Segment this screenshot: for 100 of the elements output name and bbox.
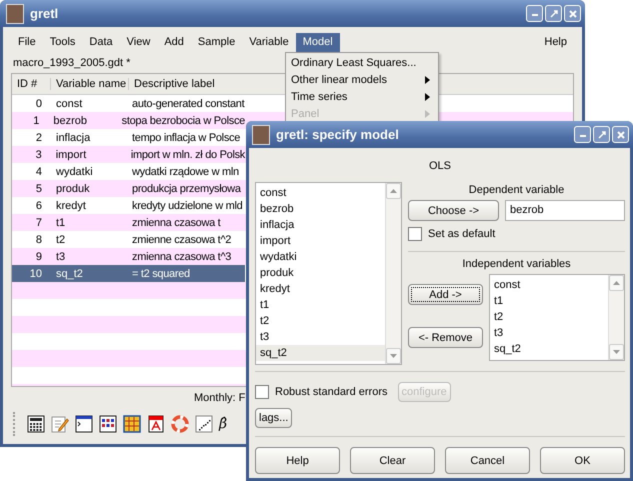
menu-item[interactable]: Help	[537, 33, 574, 53]
column-header[interactable]: Variable name	[51, 78, 129, 90]
maximize-button[interactable]	[545, 5, 562, 22]
menu-item[interactable]: Sample	[190, 33, 242, 53]
table-row[interactable]: 0 const auto-generated constant	[12, 95, 245, 112]
minimize-button[interactable]	[574, 126, 591, 143]
status-text: Monthly: F	[194, 392, 246, 404]
close-button[interactable]	[564, 5, 581, 22]
table-cell-text: kredyt	[55, 200, 87, 212]
menu-item[interactable]: File	[11, 33, 43, 53]
section-label: Dependent variable	[468, 183, 566, 198]
maximize-icon	[596, 130, 606, 140]
table-cell-text: produk	[55, 182, 91, 194]
list-item[interactable]: bezrob	[256, 201, 385, 217]
maximize-icon	[548, 8, 558, 18]
table-row[interactable]: 10 sq_t2 = t2 squared	[12, 265, 245, 282]
list-item[interactable]: t1	[256, 297, 385, 313]
checkbox-label: Robust standard errors	[275, 386, 388, 398]
beta-hat-button[interactable]: β̂	[219, 416, 228, 432]
table-row[interactable]: 6 kredyt kredyty udzielone w mld	[12, 197, 245, 214]
menu-item[interactable]: Ordinary Least Squares...	[286, 54, 438, 71]
table-cell-text: 7	[34, 216, 43, 228]
close-icon	[616, 130, 626, 140]
lags-button[interactable]: lags...	[255, 408, 292, 428]
section-label: Independent variables	[461, 257, 572, 272]
lifebuoy-icon[interactable]	[171, 415, 189, 433]
table-row[interactable]: 4 wydatki wydatki rządowe w mln	[12, 163, 245, 180]
table-cell-text: zmienna czasowa t^3	[131, 250, 232, 262]
table-cell-text: sq_t2	[55, 268, 84, 280]
dialog-button[interactable]: OK	[540, 447, 625, 474]
list-item[interactable]: inflacja	[256, 217, 385, 233]
menu-item[interactable]: Data	[82, 33, 120, 53]
table-cell-text: 0	[34, 98, 43, 110]
dialog-button[interactable]: Clear	[350, 447, 435, 474]
table-row[interactable]: 3 import import w mln. zł do Polsk	[12, 146, 245, 163]
pdf-document-icon[interactable]	[147, 415, 165, 433]
scroll-down-arrow-icon[interactable]	[613, 350, 620, 354]
grid-icon[interactable]	[99, 415, 117, 433]
app-photo-icon	[6, 4, 24, 24]
list-item[interactable]: sq_t2	[490, 341, 608, 357]
add-button[interactable]: Add ->	[408, 284, 483, 305]
menu-item[interactable]: Add	[157, 33, 191, 53]
list-item[interactable]: t2	[256, 313, 385, 329]
list-item[interactable]: kredyt	[256, 281, 385, 297]
close-button[interactable]	[612, 126, 629, 143]
table-cell-text: 3	[34, 148, 43, 160]
table-cell-text: zmienne czasowa t^2	[131, 234, 232, 246]
table-row[interactable]: 2 inflacja tempo inflacja w Polsce	[12, 129, 245, 146]
maximize-button[interactable]	[593, 126, 610, 143]
table-cell-text: bezrob	[52, 114, 88, 126]
menu-item[interactable]: Other linear models	[286, 71, 438, 88]
checkbox-label: Set as default	[428, 228, 496, 240]
scroll-up-arrow-icon[interactable]	[613, 281, 620, 285]
list-item[interactable]: t3	[490, 325, 608, 341]
list-item[interactable]: sq_t2	[256, 345, 385, 361]
table-cell-text: 1	[32, 114, 40, 126]
scroll-down-arrow-icon[interactable]	[390, 354, 397, 358]
checkbox[interactable]	[255, 385, 269, 399]
dependent-field[interactable]: bezrob	[505, 200, 625, 221]
list-item[interactable]: t2	[490, 309, 608, 325]
table-cell-text: t3	[55, 250, 66, 262]
list-item[interactable]: t3	[256, 329, 385, 345]
table-row[interactable]: 8 t2 zmienne czasowa t^2	[12, 231, 245, 248]
table-cell-text: const	[55, 98, 84, 110]
table-row[interactable]: 7 t1 zmienna czasowa t	[12, 214, 245, 231]
dialog-button[interactable]: Help	[255, 447, 340, 474]
remove-button[interactable]: <- Remove	[408, 327, 483, 348]
notepad-pencil-icon[interactable]	[51, 415, 69, 433]
scroll-up-arrow-icon[interactable]	[390, 189, 397, 193]
table-cell-text: zmienna czasowa t	[131, 216, 220, 228]
spreadsheet-icon[interactable]	[123, 415, 141, 433]
list-item[interactable]: produk	[256, 265, 385, 281]
table-row[interactable]: 1 bezrob stopa bezrobocia w Polsce	[12, 112, 245, 129]
list-item[interactable]: const	[256, 185, 385, 201]
column-header[interactable]: ID #	[12, 78, 51, 90]
table-cell-text: t1	[55, 216, 66, 228]
list-item[interactable]: import	[256, 233, 385, 249]
scrollbar[interactable]	[385, 183, 401, 364]
file-name: macro_1993_2005.gdt *	[12, 56, 132, 71]
menu-item[interactable]: Variable	[242, 33, 296, 53]
table-cell-text: wydatki rządowe w mln	[131, 166, 239, 178]
menu-item[interactable]: Model	[296, 33, 340, 53]
table-row[interactable]: 5 produk produkcja przemysłowa	[12, 180, 245, 197]
menu-item[interactable]: Time series	[286, 88, 438, 105]
column-header[interactable]: Descriptive label	[129, 78, 215, 90]
scatter-plot-icon[interactable]	[195, 415, 213, 433]
menu-item[interactable]: Tools	[42, 33, 82, 53]
list-item[interactable]: wydatki	[256, 249, 385, 265]
terminal-icon[interactable]	[75, 415, 93, 433]
list-item[interactable]: t1	[490, 293, 608, 309]
scrollbar[interactable]	[608, 275, 624, 360]
list-item[interactable]: const	[490, 277, 608, 293]
calculator-icon[interactable]	[27, 415, 45, 433]
table-row[interactable]: 9 t3 zmienna czasowa t^3	[12, 248, 245, 265]
menu-item[interactable]: View	[120, 33, 158, 53]
dialog-button[interactable]: Cancel	[445, 447, 530, 474]
choose-button[interactable]: Choose ->	[408, 200, 499, 221]
minimize-button[interactable]	[526, 5, 543, 22]
checkbox[interactable]	[408, 227, 422, 241]
table-cell-text: 4	[34, 166, 43, 178]
